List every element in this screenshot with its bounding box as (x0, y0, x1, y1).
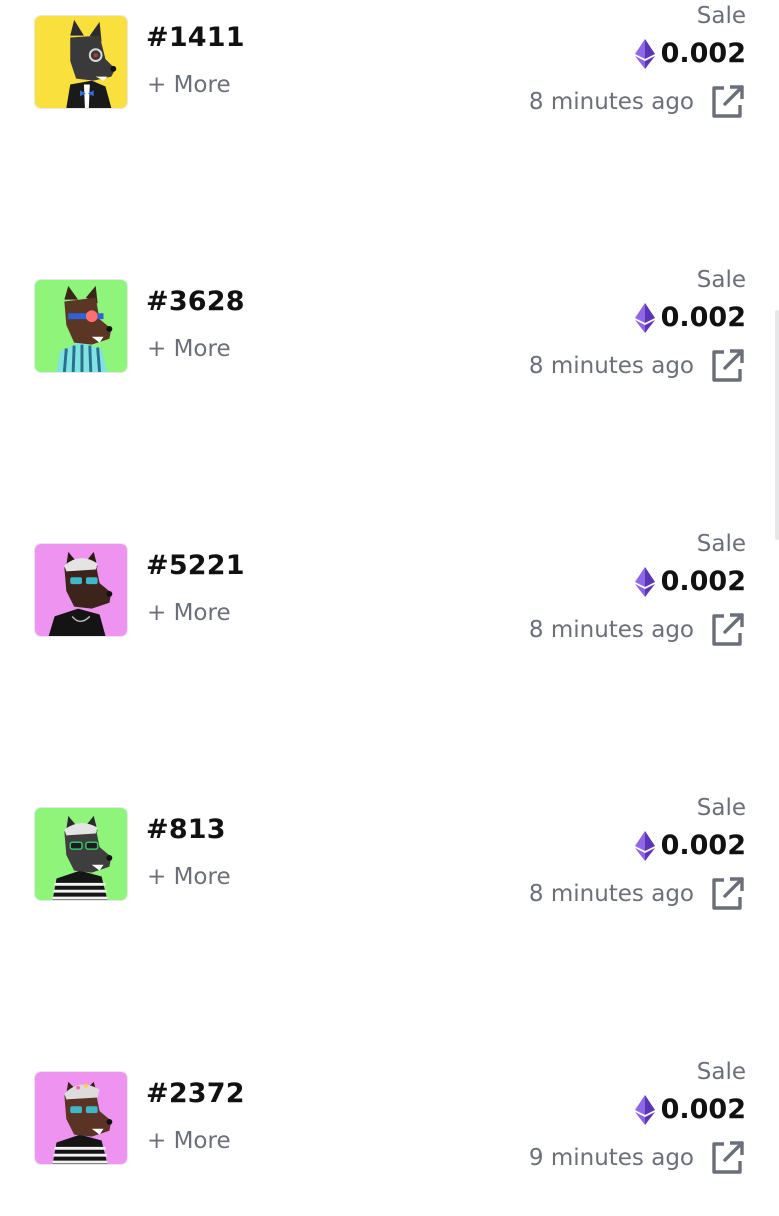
price-value: 0.002 (660, 38, 746, 69)
time-ago: 8 minutes ago (528, 353, 694, 379)
timestamp-row: 8 minutes ago (529, 610, 746, 650)
external-link-icon[interactable] (708, 83, 746, 121)
time-ago: 8 minutes ago (528, 617, 694, 643)
sale-row[interactable]: #5221 + More Sale 0.002 8 minutes ago (0, 528, 779, 688)
wolf-avatar-cap-icon (35, 1072, 127, 1164)
external-link-icon[interactable] (708, 875, 746, 913)
more-link[interactable]: + More (147, 334, 231, 364)
price-value: 0.002 (660, 1094, 746, 1125)
sale-row[interactable]: #2372 + More Sale 0.002 9 minutes ago (0, 1056, 779, 1216)
sale-price: 0.002 (634, 1092, 746, 1128)
ethereum-icon (634, 39, 655, 69)
ethereum-icon (634, 567, 655, 597)
price-value: 0.002 (660, 566, 746, 597)
event-type-label: Sale (696, 795, 746, 821)
nft-thumbnail[interactable] (34, 15, 128, 109)
event-type-label: Sale (696, 267, 746, 293)
timestamp-row: 8 minutes ago (529, 82, 746, 122)
sale-price: 0.002 (634, 828, 746, 864)
price-value: 0.002 (660, 302, 746, 333)
more-link[interactable]: + More (147, 598, 231, 628)
token-id[interactable]: #3628 (146, 284, 245, 320)
token-id[interactable]: #5221 (146, 548, 245, 584)
sale-row[interactable]: #3628 + More Sale 0.002 8 minutes ago (0, 264, 779, 424)
nft-thumbnail[interactable] (34, 1071, 128, 1165)
nft-thumbnail[interactable] (34, 543, 128, 637)
ethereum-icon (634, 1095, 655, 1125)
token-id[interactable]: #2372 (146, 1076, 245, 1112)
sale-price: 0.002 (634, 564, 746, 600)
sale-row[interactable]: #1411 + More Sale 0.002 8 minutes ago (0, 0, 779, 160)
price-value: 0.002 (660, 830, 746, 861)
timestamp-row: 8 minutes ago (529, 874, 746, 914)
token-id[interactable]: #1411 (146, 20, 245, 56)
token-id[interactable]: #813 (146, 812, 226, 848)
external-link-icon[interactable] (708, 347, 746, 385)
more-link[interactable]: + More (147, 70, 231, 100)
wolf-avatar-tuxedo-icon (35, 16, 127, 108)
nft-thumbnail[interactable] (34, 807, 128, 901)
sales-activity-list: #1411 + More Sale 0.002 8 minutes ago #3… (0, 0, 779, 1200)
more-link[interactable]: + More (147, 1126, 231, 1156)
external-link-icon[interactable] (708, 611, 746, 649)
event-type-label: Sale (696, 531, 746, 557)
timestamp-row: 8 minutes ago (529, 346, 746, 386)
event-type-label: Sale (696, 3, 746, 29)
wolf-avatar-striped-sweater-icon (35, 808, 127, 900)
ethereum-icon (634, 831, 655, 861)
wolf-avatar-sunglasses-icon (35, 544, 127, 636)
time-ago: 8 minutes ago (528, 89, 694, 115)
scrollbar[interactable] (775, 310, 779, 540)
event-type-label: Sale (696, 1059, 746, 1085)
time-ago: 8 minutes ago (528, 881, 694, 907)
timestamp-row: 9 minutes ago (529, 1138, 746, 1178)
sale-row[interactable]: #813 + More Sale 0.002 8 minutes ago (0, 792, 779, 952)
sale-price: 0.002 (634, 36, 746, 72)
nft-thumbnail[interactable] (34, 279, 128, 373)
more-link[interactable]: + More (147, 862, 231, 892)
time-ago: 9 minutes ago (528, 1145, 694, 1171)
sale-price: 0.002 (634, 300, 746, 336)
ethereum-icon (634, 303, 655, 333)
wolf-avatar-striped-shirt-icon (35, 280, 127, 372)
external-link-icon[interactable] (708, 1139, 746, 1177)
